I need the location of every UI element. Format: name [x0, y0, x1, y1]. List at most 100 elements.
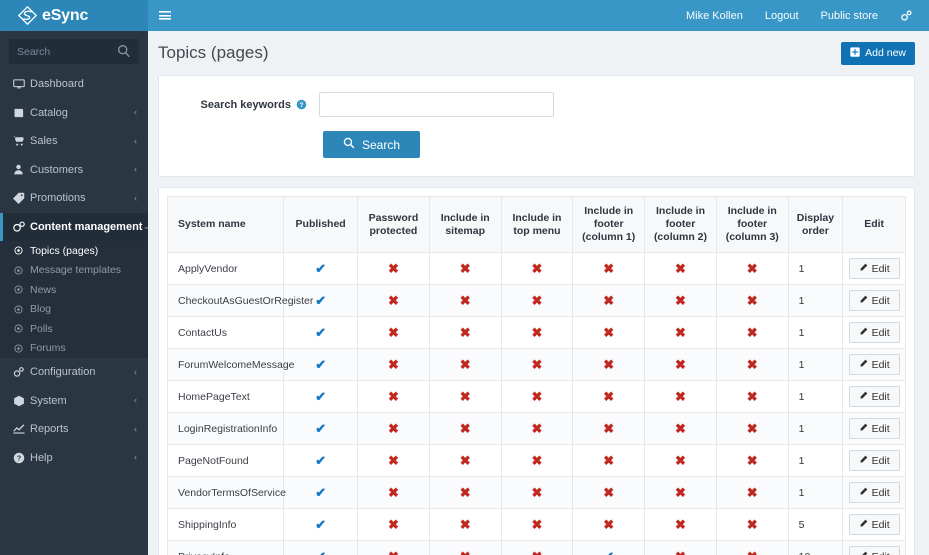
question-circle-icon[interactable]: ?	[296, 99, 307, 110]
cell-edit: Edit	[842, 348, 906, 382]
table-row: LoginRegistrationInfo ✔ ✖ ✖ ✖ ✖ ✖ ✖ 1 Edit	[166, 412, 906, 446]
sidebar-item-reports[interactable]: Reports ‹	[0, 415, 148, 444]
add-new-button[interactable]: Add new	[841, 41, 915, 65]
edit-button[interactable]: Edit	[848, 450, 900, 472]
table-row: VendorTermsOfService ✔ ✖ ✖ ✖ ✖ ✖ ✖ 1 Edit	[166, 476, 906, 510]
sidebar-sublabel: Topics (pages)	[30, 244, 99, 257]
col-include-in-footer-column-3[interactable]: Include in footer (column 3)	[715, 195, 789, 254]
x-icon: ✖	[388, 549, 399, 555]
col-display-order[interactable]: Display order	[787, 195, 844, 254]
sidebar-item-promotions[interactable]: Promotions ‹	[0, 184, 148, 213]
cell-published: ✔	[283, 252, 359, 286]
check-icon: ✔	[315, 324, 327, 340]
sidebar-item-polls[interactable]: Polls	[0, 319, 148, 339]
x-icon: ✖	[460, 549, 471, 555]
chart-icon	[13, 423, 30, 435]
public-store-link[interactable]: Public store	[821, 10, 878, 22]
cell-system-name: HomePageText	[166, 380, 285, 414]
admin-page: eSync Mike Kollen Logout Public store Se…	[0, 0, 929, 555]
check-icon: ✔	[603, 549, 614, 555]
col-password-protected[interactable]: Password protected	[357, 195, 430, 254]
col-include-in-sitemap[interactable]: Include in sitemap	[428, 195, 502, 254]
sidebar-item-system[interactable]: System ‹	[0, 387, 148, 416]
cell-published: ✔	[283, 508, 359, 542]
sidebar-label: Configuration	[30, 366, 96, 379]
cell-include-in-sitemap: ✖	[428, 444, 502, 478]
edit-button[interactable]: Edit	[848, 386, 900, 408]
edit-button[interactable]: Edit	[848, 514, 900, 536]
sidebar-item-help[interactable]: ? Help ‹	[0, 444, 148, 473]
search-keywords-input[interactable]	[319, 92, 554, 117]
sidebar-item-topics-pages[interactable]: Topics (pages)	[0, 241, 148, 261]
hamburger-icon[interactable]	[148, 0, 182, 31]
cell-password-protected: ✖	[357, 348, 430, 382]
cell-display-order: 1	[787, 476, 844, 510]
x-icon: ✖	[746, 324, 758, 340]
cell-include-in-top-menu: ✖	[500, 412, 574, 446]
cell-edit: Edit	[842, 252, 906, 286]
edit-label: Edit	[871, 262, 890, 275]
x-icon: ✖	[387, 420, 399, 436]
edit-button[interactable]: Edit	[848, 418, 900, 440]
search-icon[interactable]	[117, 44, 131, 63]
cell-system-name: LoginRegistrationInfo	[166, 412, 285, 446]
edit-label: Edit	[872, 551, 890, 555]
sidebar-item-message-templates[interactable]: Message templates	[0, 261, 148, 281]
edit-button[interactable]: Edit	[848, 354, 900, 376]
cell-include-in-top-menu: ✖	[500, 284, 574, 318]
chevron-icon: ‹	[134, 164, 137, 175]
x-icon: ✖	[531, 324, 543, 340]
add-new-label: Add new	[865, 47, 906, 59]
x-icon: ✖	[387, 260, 399, 276]
sidebar-item-sales[interactable]: Sales ‹	[0, 127, 148, 156]
col-include-in-top-menu[interactable]: Include in top menu	[500, 195, 574, 254]
pencil-icon	[859, 295, 868, 307]
cell-display-order: 1	[787, 412, 844, 446]
edit-label: Edit	[871, 294, 890, 307]
x-icon: ✖	[746, 260, 758, 276]
cell-password-protected: ✖	[357, 252, 430, 286]
monitor-icon	[13, 78, 30, 90]
sidebar-item-customers[interactable]: Customers ‹	[0, 156, 148, 185]
sidebar-item-dashboard[interactable]: Dashboard	[0, 70, 148, 99]
sidebar-item-blog[interactable]: Blog	[0, 300, 148, 320]
edit-button[interactable]: Edit	[848, 546, 900, 555]
pencil-icon	[859, 455, 868, 467]
cell-include-in-footer-column-3: ✖	[715, 316, 789, 350]
edit-button[interactable]: Edit	[848, 258, 900, 280]
col-include-in-footer-column-2[interactable]: Include in footer (column 2)	[644, 195, 717, 254]
sidebar-item-catalog[interactable]: Catalog ‹	[0, 99, 148, 128]
gear-cogs-icon[interactable]	[900, 9, 913, 22]
col-published[interactable]: Published	[283, 195, 359, 254]
cell-system-name: VendorTermsOfService	[166, 476, 286, 510]
edit-button[interactable]: Edit	[848, 482, 900, 504]
edit-button[interactable]: Edit	[848, 290, 900, 312]
sidebar-item-content-management[interactable]: Content management ⌄	[0, 212, 148, 241]
cell-include-in-footer-column-1: ✔	[572, 540, 646, 555]
sidebar-item-news[interactable]: News	[0, 280, 148, 300]
search-button[interactable]: Search	[323, 131, 420, 158]
x-icon: ✖	[531, 420, 543, 436]
svg-text:?: ?	[300, 102, 304, 109]
brand-logo[interactable]: eSync	[0, 0, 148, 31]
sidebar-item-forums[interactable]: Forums	[0, 339, 148, 359]
x-icon: ✖	[675, 484, 686, 500]
search-input[interactable]	[17, 45, 131, 58]
x-icon: ✖	[746, 356, 758, 372]
col-system-name[interactable]: System name	[166, 195, 285, 254]
col-include-in-footer-column-1[interactable]: Include in footer (column 1)	[572, 195, 646, 254]
x-icon: ✖	[459, 324, 471, 340]
logout-link[interactable]: Logout	[765, 10, 799, 22]
cell-include-in-footer-column-1: ✖	[572, 316, 646, 350]
pencil-icon	[859, 551, 868, 555]
x-icon: ✖	[459, 388, 471, 404]
edit-button[interactable]: Edit	[848, 322, 900, 344]
circle-dot-icon	[14, 344, 23, 353]
user-menu-link[interactable]: Mike Kollen	[686, 10, 743, 22]
sidebar-search[interactable]	[9, 39, 139, 64]
cell-password-protected: ✖	[357, 284, 430, 318]
cell-include-in-footer-column-1: ✖	[572, 252, 646, 286]
sidebar-item-configuration[interactable]: Configuration ‹	[0, 358, 148, 387]
circle-dot-icon	[14, 266, 23, 275]
main-content: Topics (pages) Add new Search keywords ?…	[148, 31, 929, 555]
